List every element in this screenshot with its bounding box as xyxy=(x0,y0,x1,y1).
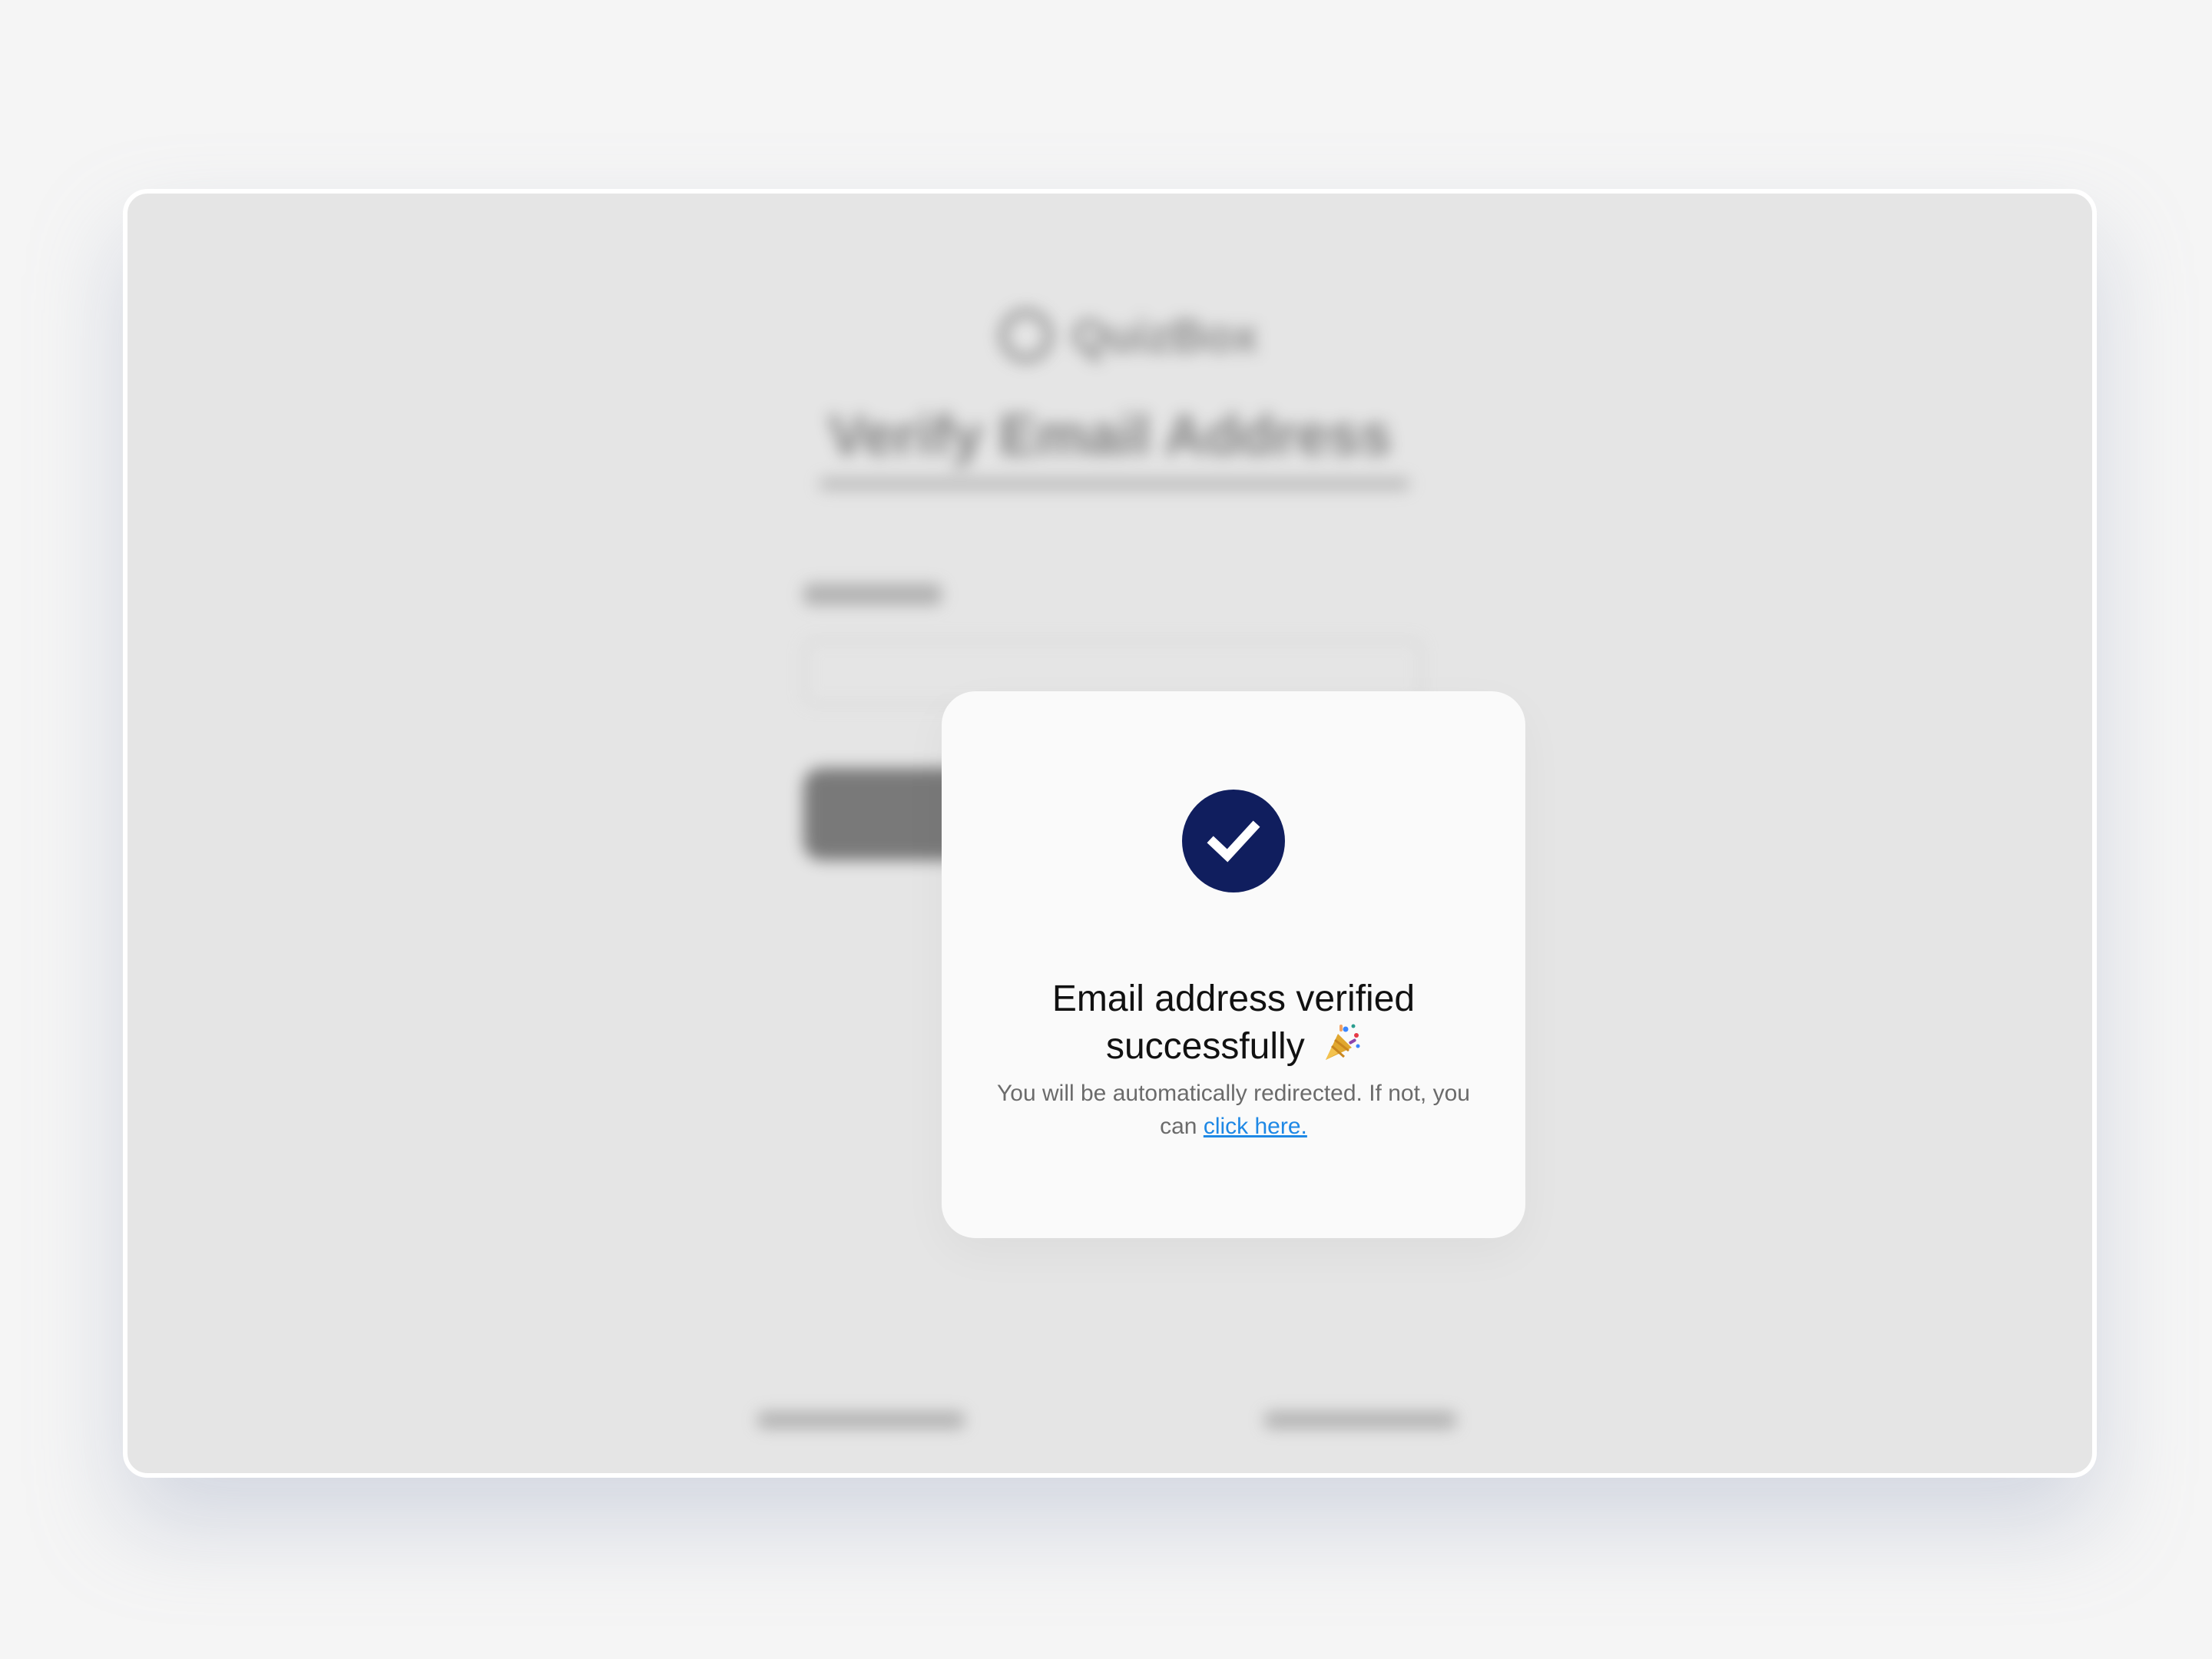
brand-name: QuizBox xyxy=(1071,310,1259,362)
modal-title-line-1: Email address verified xyxy=(1051,979,1416,1019)
click-here-link[interactable]: click here. xyxy=(1204,1114,1307,1139)
modal-title-line-2: successfully xyxy=(972,1023,1495,1075)
page-subtitle xyxy=(819,478,1410,490)
app-window: QuizBox Verify Email Address Email addre… xyxy=(123,189,2097,1478)
footer-link-right xyxy=(1264,1412,1456,1429)
checkmark-icon xyxy=(1207,820,1260,863)
party-popper-icon xyxy=(1323,1023,1361,1075)
brand-logo: QuizBox xyxy=(999,309,1258,363)
page-title: Verify Email Address xyxy=(828,403,1392,467)
redirect-message: You will be automatically redirected. If… xyxy=(988,1077,1479,1143)
code-field-label xyxy=(803,584,942,605)
logo-icon xyxy=(999,309,1053,363)
success-modal: Email address verified successfully You … xyxy=(942,691,1525,1238)
modal-title: Email address verified successfully xyxy=(972,975,1495,1075)
footer-link-left xyxy=(757,1412,965,1429)
modal-title-line-2-text: successfully xyxy=(1105,1026,1305,1067)
check-circle-icon xyxy=(1182,790,1285,892)
